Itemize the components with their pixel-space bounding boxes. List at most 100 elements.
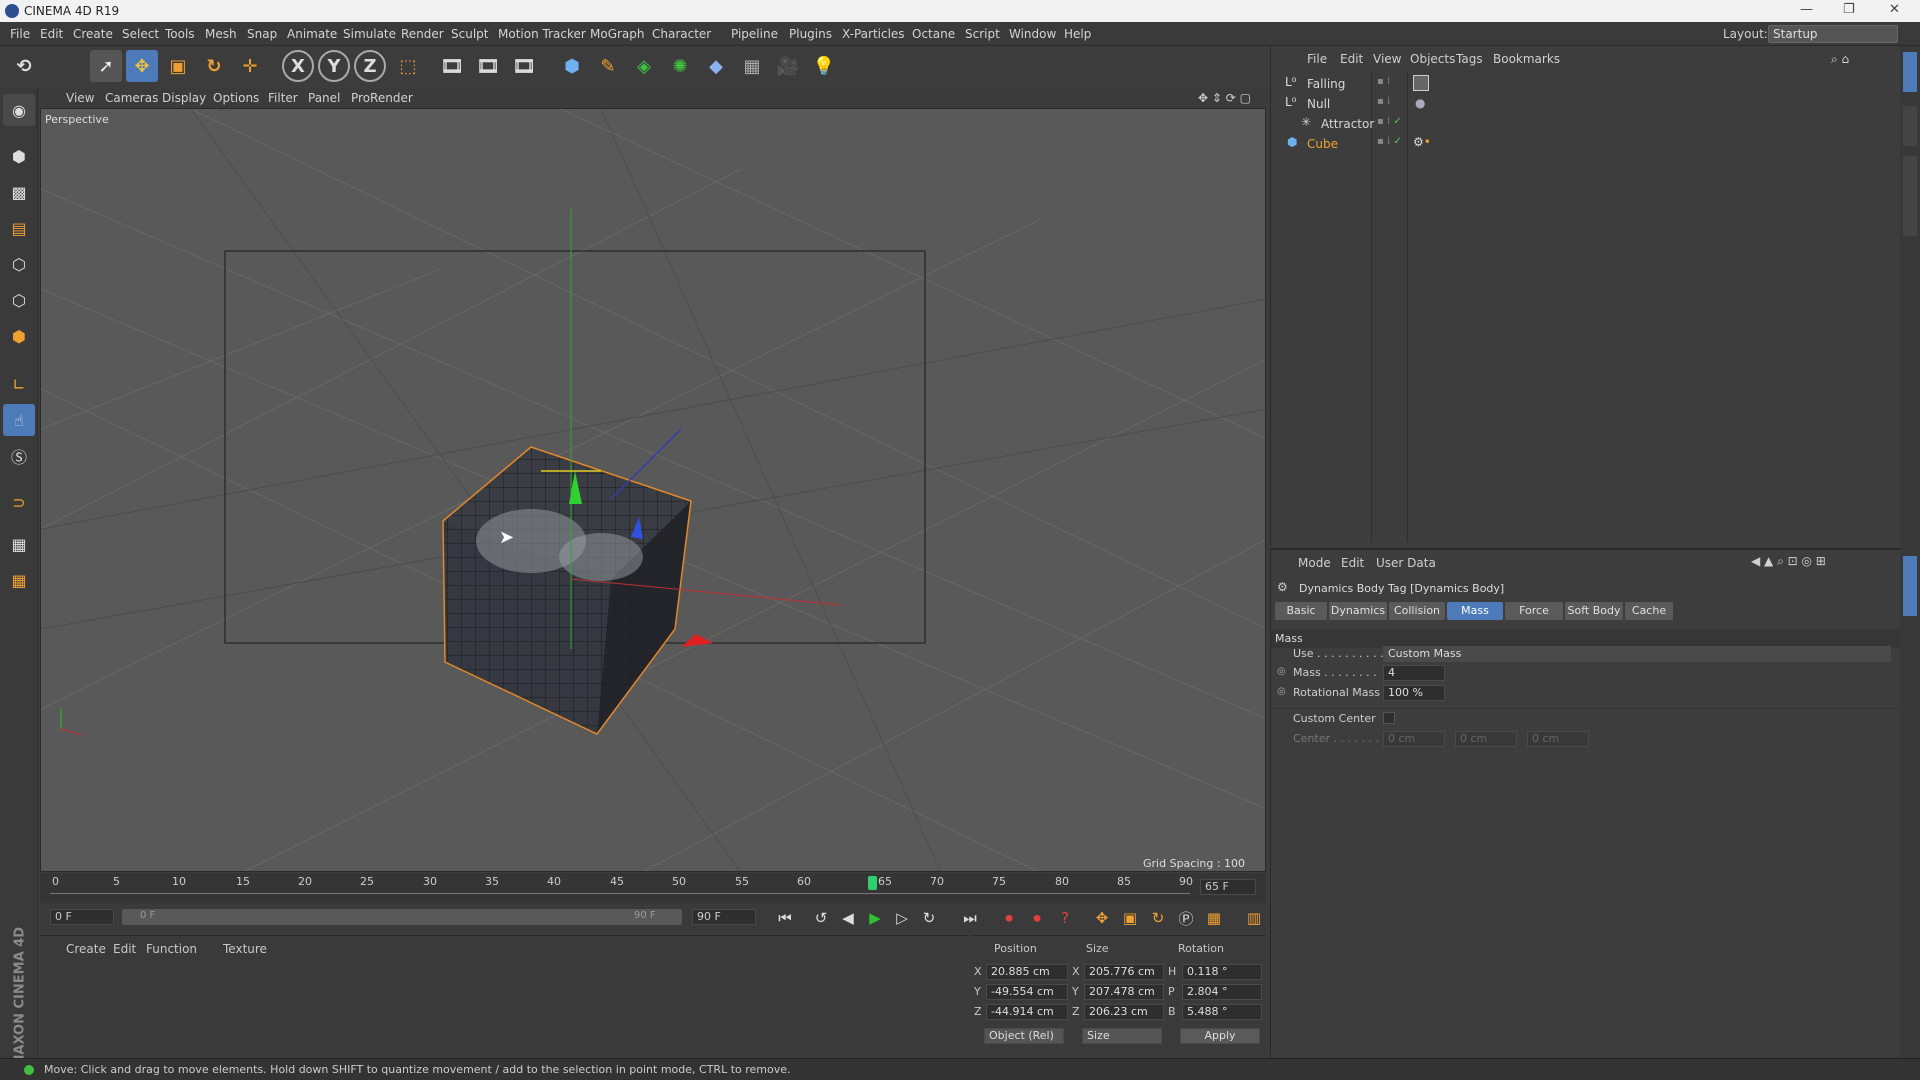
cube-object-icon[interactable]: ⬢: [556, 50, 588, 82]
z-axis-lock-icon[interactable]: Z: [354, 50, 386, 82]
maximize-icon[interactable]: ❐: [1843, 2, 1855, 17]
visibility-dots[interactable]: ▪ ⁞: [1377, 76, 1390, 87]
tab-basic[interactable]: Basic: [1275, 602, 1327, 620]
x-axis-lock-icon[interactable]: X: [282, 50, 314, 82]
key-rotation-icon[interactable]: ↻: [1146, 906, 1170, 930]
timeline-window-icon[interactable]: ▥: [1242, 906, 1266, 930]
menu-create[interactable]: Create: [73, 27, 113, 41]
menu-animate[interactable]: Animate: [287, 27, 337, 41]
vp-menu-prorender[interactable]: ProRender: [351, 91, 413, 105]
y-axis-lock-icon[interactable]: Y: [318, 50, 350, 82]
rot-p-field[interactable]: 2.804 °: [1182, 984, 1262, 1000]
render-picture-viewer-icon[interactable]: 🎞: [472, 50, 504, 82]
render-view-icon[interactable]: 🎞: [436, 50, 468, 82]
edges-mode-icon[interactable]: ⬡: [3, 284, 35, 316]
menu-snap[interactable]: Snap: [247, 27, 277, 41]
menu-help[interactable]: Help: [1064, 27, 1091, 41]
key-position-icon[interactable]: ✥: [1090, 906, 1114, 930]
vp-menu-panel[interactable]: Panel: [308, 91, 340, 105]
playhead[interactable]: [868, 876, 877, 890]
tweak-mode-icon[interactable]: ☝: [3, 404, 35, 436]
menu-edit[interactable]: Edit: [40, 27, 63, 41]
floor-icon[interactable]: ▦: [736, 50, 768, 82]
prev-key-icon[interactable]: ↺: [809, 906, 833, 930]
object-row-cube[interactable]: ⬢ Cube ▪ ⁞ ✓ ⚙•: [1271, 134, 1901, 154]
workplane-icon[interactable]: ▤: [3, 212, 35, 244]
vp-nav-icons[interactable]: ✥ ⇕ ⟳ ▢: [1198, 91, 1251, 105]
pos-y-field[interactable]: -49.554 cm: [986, 984, 1068, 1000]
size-z-field[interactable]: 206.23 cm: [1084, 1004, 1164, 1020]
om-menu-tags[interactable]: Tags: [1456, 52, 1483, 66]
transform-tool-icon[interactable]: ✛: [234, 50, 266, 82]
mat-menu-texture[interactable]: Texture: [223, 942, 267, 956]
om-menu-objects[interactable]: Objects: [1410, 52, 1455, 66]
menu-sculpt[interactable]: Sculpt: [451, 27, 488, 41]
tab-dynamics[interactable]: Dynamics: [1329, 602, 1387, 620]
model-mode-icon[interactable]: ⬢: [3, 140, 35, 172]
menu-plugins[interactable]: Plugins: [789, 27, 832, 41]
next-key-icon[interactable]: ↻: [917, 906, 941, 930]
custom-center-checkbox[interactable]: [1383, 712, 1395, 724]
points-mode-icon[interactable]: ⬡: [3, 248, 35, 280]
cloner-icon[interactable]: ✺: [664, 50, 696, 82]
next-frame-icon[interactable]: ▷: [890, 906, 914, 930]
objects-tab[interactable]: [1903, 52, 1917, 92]
visibility-dots[interactable]: ▪ ⁞ ✓: [1377, 116, 1402, 127]
use-select[interactable]: Custom Mass: [1383, 646, 1891, 662]
size-x-field[interactable]: 205.776 cm: [1084, 964, 1164, 980]
key-scale-icon[interactable]: ▣: [1118, 906, 1142, 930]
center-x-field[interactable]: 0 cm: [1383, 731, 1445, 747]
size-mode-select[interactable]: Size: [1082, 1028, 1162, 1044]
mass-radio-icon[interactable]: ◎: [1277, 666, 1286, 677]
menu-character[interactable]: Character: [652, 27, 711, 41]
takes-tab[interactable]: [1903, 106, 1917, 146]
center-z-field[interactable]: 0 cm: [1527, 731, 1589, 747]
rot-mass-radio-icon[interactable]: ◎: [1277, 686, 1286, 697]
mat-menu-edit[interactable]: Edit: [113, 942, 136, 956]
minimize-icon[interactable]: —: [1800, 2, 1813, 17]
menu-motion-tracker[interactable]: Motion Tracker: [498, 27, 586, 41]
menu-render[interactable]: Render: [401, 27, 444, 41]
pos-z-field[interactable]: -44.914 cm: [986, 1004, 1068, 1020]
subdivision-icon[interactable]: ◈: [628, 50, 660, 82]
light-icon[interactable]: 💡: [808, 50, 840, 82]
rot-h-field[interactable]: 0.118 °: [1182, 964, 1262, 980]
om-search-icon[interactable]: ⌕ ⌂: [1831, 52, 1849, 67]
key-param-icon[interactable]: Ⓟ: [1174, 906, 1198, 930]
object-row-attractor[interactable]: ✳ Attractor ▪ ⁞ ✓: [1271, 114, 1901, 134]
magnet-icon[interactable]: ⊃: [3, 486, 35, 518]
vp-menu-filter[interactable]: Filter: [268, 91, 298, 105]
range-slider[interactable]: 0 F 90 F: [122, 909, 682, 925]
pos-x-field[interactable]: 20.885 cm: [986, 964, 1068, 980]
tab-cache[interactable]: Cache: [1625, 602, 1673, 620]
snap-icon[interactable]: Ⓢ: [3, 440, 35, 472]
tab-force[interactable]: Force: [1505, 602, 1563, 620]
mass-field[interactable]: 4: [1383, 665, 1445, 681]
camera-icon[interactable]: 🎥: [772, 50, 804, 82]
object-row-falling[interactable]: L⁰ Falling ▪ ⁞: [1271, 74, 1901, 94]
coordinate-system-icon[interactable]: ⬚: [392, 50, 424, 82]
content-browser-tab[interactable]: [1903, 156, 1917, 236]
deformer-icon[interactable]: ◆: [700, 50, 732, 82]
perspective-viewport[interactable]: ➤ Perspective Grid Spacing : 100 cm: [40, 108, 1266, 872]
coord-mode-select[interactable]: Object (Rel): [984, 1028, 1064, 1044]
simulation-tag-icon[interactable]: [1413, 75, 1429, 91]
tab-soft-body[interactable]: Soft Body: [1565, 602, 1623, 620]
vp-menu-cameras[interactable]: Cameras: [105, 91, 158, 105]
vp-menu-options[interactable]: Options: [213, 91, 259, 105]
attr-menu-user-data[interactable]: User Data: [1376, 556, 1436, 570]
apply-button[interactable]: Apply: [1180, 1028, 1260, 1044]
menu-window[interactable]: Window: [1009, 27, 1056, 41]
rotational-mass-field[interactable]: 100 %: [1383, 685, 1445, 701]
polygons-mode-icon[interactable]: ⬢: [3, 320, 35, 352]
workplane-lock-icon[interactable]: ▦: [3, 528, 35, 560]
timeline-ruler[interactable]: 0 5 10 15 20 25 30 35 40 45 50 55 60 65 …: [40, 873, 1266, 903]
attributes-tab[interactable]: [1903, 556, 1917, 616]
vp-menu-display[interactable]: Display: [162, 91, 206, 105]
prev-frame-icon[interactable]: ◀: [836, 906, 860, 930]
end-frame-field[interactable]: 90 F: [692, 909, 756, 925]
menu-tools[interactable]: Tools: [165, 27, 195, 41]
om-menu-edit[interactable]: Edit: [1340, 52, 1363, 66]
dynamics-body-tag-icon[interactable]: ⚙•: [1413, 135, 1431, 149]
autokey-icon[interactable]: ⏺: [1025, 906, 1049, 930]
